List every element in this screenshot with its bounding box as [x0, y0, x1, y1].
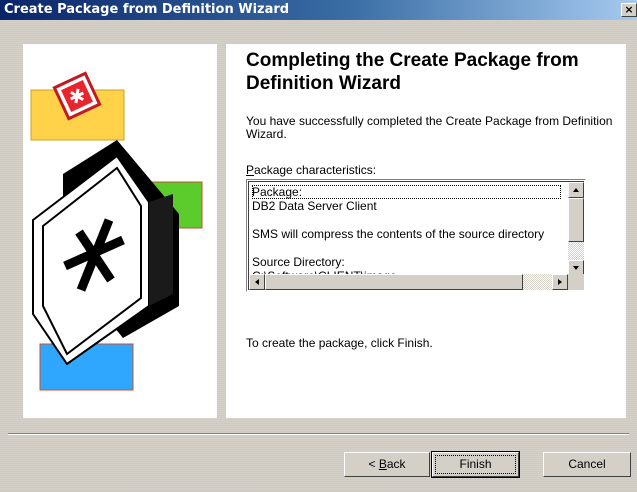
- list-line[interactable]: DB2 Data Server Client: [252, 199, 562, 213]
- list-line[interactable]: Source Directory:: [252, 255, 562, 269]
- horizontal-scrollbar[interactable]: [249, 274, 568, 290]
- close-button[interactable]: ×: [621, 3, 637, 17]
- cancel-button[interactable]: Cancel: [543, 452, 631, 477]
- sms-package-asterisk-icon: [30, 71, 203, 391]
- wizard-content: Completing the Create Package from Defin…: [226, 44, 626, 418]
- list-line[interactable]: [252, 241, 562, 255]
- cancel-label: Cancel: [568, 457, 606, 471]
- focus-rect: [435, 455, 516, 474]
- list-viewport: Package: DB2 Data Server Client SMS will…: [248, 181, 584, 290]
- finish-button[interactable]: Finish: [431, 451, 520, 478]
- back-accelerator: B: [378, 457, 387, 471]
- vertical-scroll-thumb[interactable]: [568, 198, 584, 242]
- list-line[interactable]: Package:: [252, 185, 561, 199]
- finish-instruction: To create the package, click Finish.: [246, 336, 433, 350]
- arrow-down-icon: [573, 266, 579, 270]
- scroll-left-button[interactable]: [249, 274, 265, 290]
- scrollbar-corner: [568, 274, 584, 290]
- list-line[interactable]: SMS will compress the contents of the so…: [252, 227, 562, 241]
- scroll-up-button[interactable]: [568, 182, 584, 198]
- button-separator: [8, 433, 629, 435]
- package-characteristics-list[interactable]: Package: DB2 Data Server Client SMS will…: [246, 179, 586, 292]
- title-bar[interactable]: Create Package from Definition Wizard ×: [0, 0, 637, 20]
- vertical-scrollbar[interactable]: [568, 182, 584, 276]
- arrow-right-icon: [558, 279, 562, 285]
- back-prefix: <: [368, 457, 379, 471]
- accelerator-char: P: [246, 163, 255, 177]
- back-label: ack: [386, 457, 406, 471]
- back-button[interactable]: < Back: [344, 452, 430, 477]
- label-text: ackage characteristics:: [254, 163, 377, 177]
- list-lines: Package: DB2 Data Server Client SMS will…: [252, 185, 562, 277]
- window-title: Create Package from Definition Wizard: [4, 2, 290, 17]
- arrow-up-icon: [573, 188, 579, 192]
- horizontal-scroll-thumb[interactable]: [265, 274, 523, 290]
- list-line[interactable]: [252, 213, 562, 227]
- package-characteristics-label: Package characteristics:: [246, 163, 376, 177]
- page-title: Completing the Create Package from Defin…: [246, 50, 579, 94]
- scroll-right-button[interactable]: [552, 274, 568, 290]
- wizard-side-panel: [23, 44, 217, 418]
- wizard-window: Create Package from Definition Wizard ×: [0, 0, 637, 492]
- completion-description: You have successfully completed the Crea…: [246, 114, 613, 141]
- arrow-left-icon: [255, 279, 259, 285]
